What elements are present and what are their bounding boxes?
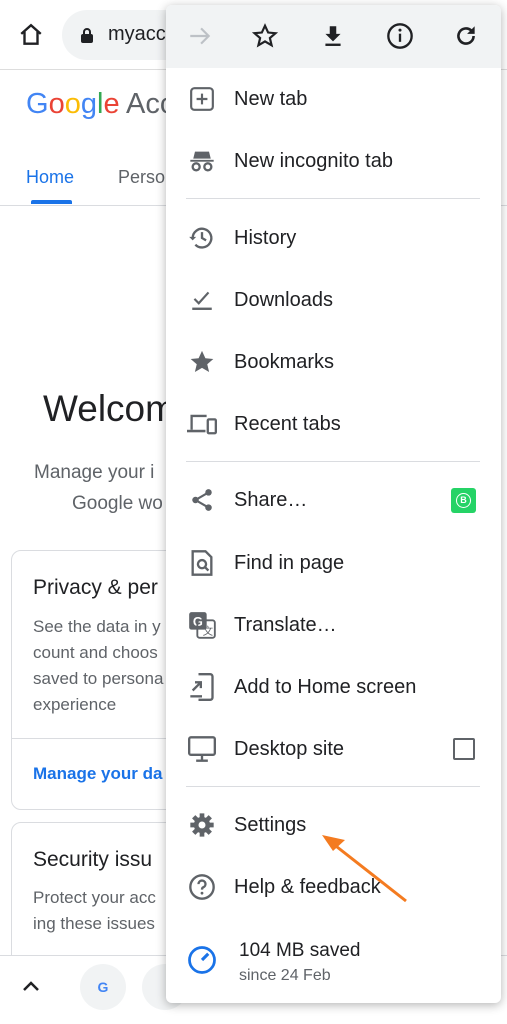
incognito-icon bbox=[186, 145, 218, 177]
menu-item-label: Find in page bbox=[234, 551, 345, 574]
menu-divider bbox=[186, 461, 480, 462]
download-icon[interactable] bbox=[316, 19, 350, 53]
menu-item-desktop-site[interactable]: Desktop site bbox=[166, 719, 501, 779]
menu-item-new-tab[interactable]: New tab bbox=[166, 69, 501, 129]
svg-text:文: 文 bbox=[203, 624, 214, 637]
menu-item-downloads[interactable]: Downloads bbox=[166, 270, 501, 330]
card-line: Protect your acc bbox=[33, 888, 156, 907]
card-line: experience bbox=[33, 695, 117, 714]
menu-item-label: Settings bbox=[234, 813, 307, 836]
desktop-icon bbox=[186, 733, 218, 765]
history-icon bbox=[186, 222, 218, 254]
menu-item-label: Translate… bbox=[234, 613, 337, 636]
new-tab-icon bbox=[186, 83, 218, 115]
annotation-arrow bbox=[322, 835, 407, 903]
forward-icon[interactable] bbox=[183, 19, 217, 53]
menu-item-label: New tab bbox=[234, 87, 308, 110]
menu-item-label: New incognito tab bbox=[234, 149, 393, 172]
menu-toolbar bbox=[166, 5, 501, 68]
info-icon[interactable] bbox=[383, 19, 417, 53]
menu-item-translate[interactable]: G 文 Translate… bbox=[166, 595, 501, 655]
menu-item-label: Desktop site bbox=[234, 737, 345, 760]
welcome-heading: Welcom bbox=[43, 388, 176, 429]
share-icon bbox=[186, 484, 218, 516]
data-saver-icon bbox=[186, 944, 218, 976]
menu-divider bbox=[186, 786, 480, 787]
card-body: Protect your acc ing these issues bbox=[33, 885, 156, 937]
translate-icon: G文 bbox=[186, 609, 218, 641]
downloads-icon bbox=[186, 284, 218, 316]
menu-item-add-to-home-screen[interactable]: Add to Home screen bbox=[166, 657, 501, 717]
reload-icon[interactable] bbox=[449, 19, 483, 53]
menu-item-label: Recent tabs bbox=[234, 412, 341, 435]
menu-item-data-saved[interactable]: 104 MB saved since 24 Feb bbox=[166, 925, 501, 995]
card-line: See the data in y bbox=[33, 617, 161, 636]
menu-divider bbox=[186, 198, 480, 199]
subtitle-line: Google wo bbox=[72, 493, 163, 514]
tab-thumbnail-google[interactable]: G bbox=[80, 964, 126, 1010]
card-title: Privacy & per bbox=[33, 576, 158, 599]
find-icon bbox=[186, 547, 218, 579]
whatsapp-business-icon[interactable]: B bbox=[451, 488, 476, 513]
menu-item-label: Add to Home screen bbox=[234, 675, 417, 698]
chevron-up-icon[interactable] bbox=[22, 980, 40, 992]
menu-item-new-incognito-tab[interactable]: New incognito tab bbox=[166, 131, 501, 191]
menu-item-recent-tabs[interactable]: Recent tabs bbox=[166, 394, 501, 454]
data-saved-amount: 104 MB saved bbox=[239, 940, 361, 961]
active-tab-indicator bbox=[31, 200, 72, 204]
menu-item-label: History bbox=[234, 226, 297, 249]
menu-item-share[interactable]: Share… B bbox=[166, 470, 501, 530]
home-icon[interactable] bbox=[18, 22, 44, 48]
menu-item-find-in-page[interactable]: Find in page bbox=[166, 533, 501, 593]
menu-item-label: Share… bbox=[234, 488, 308, 511]
card-body: See the data in y count and choos saved to… bbox=[33, 614, 163, 718]
card-line: saved to persona bbox=[33, 669, 164, 688]
google-account-logo: Google Acc bbox=[26, 88, 175, 120]
help-icon bbox=[186, 871, 218, 903]
data-saved-since: since 24 Feb bbox=[239, 967, 331, 984]
lock-icon bbox=[81, 28, 93, 43]
subtitle-line: Manage your i bbox=[34, 462, 155, 483]
manage-data-link[interactable]: Manage your da bbox=[33, 764, 162, 784]
url-text: myacc bbox=[108, 23, 166, 45]
bookmark-star-icon[interactable] bbox=[248, 19, 282, 53]
star-icon bbox=[186, 346, 218, 378]
card-title: Security issu bbox=[33, 848, 153, 871]
tab-home[interactable]: Home bbox=[26, 167, 74, 188]
desktop-site-checkbox[interactable] bbox=[453, 738, 475, 760]
menu-item-label: Bookmarks bbox=[234, 350, 335, 373]
add-home-icon bbox=[186, 671, 218, 703]
menu-item-label: Downloads bbox=[234, 288, 333, 311]
card-line: count and choos bbox=[33, 643, 158, 662]
menu-item-history[interactable]: History bbox=[166, 208, 501, 268]
devices-icon bbox=[186, 408, 218, 440]
gear-icon bbox=[186, 809, 218, 841]
menu-item-bookmarks[interactable]: Bookmarks bbox=[166, 332, 501, 392]
card-line: ing these issues bbox=[33, 914, 155, 933]
